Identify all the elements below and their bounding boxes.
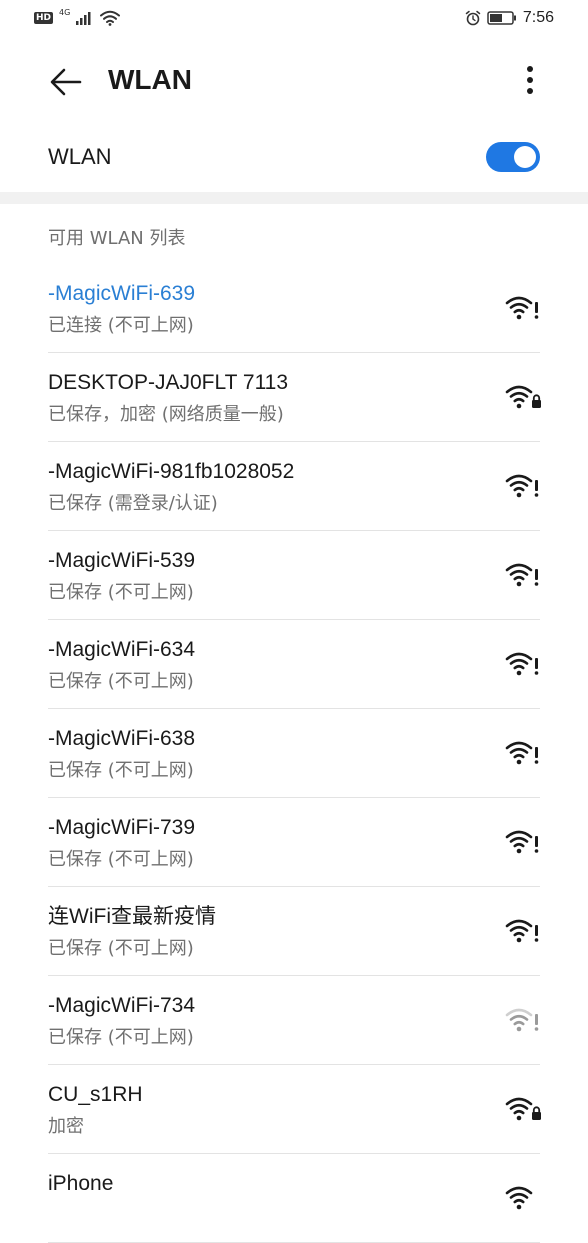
more-options-button[interactable] <box>510 58 550 102</box>
wifi-icon <box>505 1186 533 1210</box>
network-name: -MagicWiFi-739 <box>48 816 196 839</box>
alarm-clock-icon <box>465 10 481 26</box>
wifi-no-internet-icon <box>505 652 539 676</box>
wifi-no-internet-icon <box>505 563 539 587</box>
network-item[interactable]: iPhone <box>0 1154 588 1243</box>
hd-badge: HD <box>34 12 54 24</box>
network-type-label: 4G <box>59 8 71 17</box>
wlan-switch[interactable] <box>486 142 540 172</box>
network-item[interactable]: -MagicWiFi-981fb1028052 已保存 (需登录/认证) <box>0 442 588 531</box>
network-name: -MagicWiFi-639 <box>48 282 196 305</box>
wifi-lock-icon <box>505 385 541 409</box>
wlan-toggle-label: WLAN <box>48 144 112 169</box>
status-bar: HD 4G 7:56 <box>0 0 588 36</box>
switch-knob <box>514 146 536 168</box>
network-name: iPhone <box>48 1172 114 1195</box>
network-status: 已保存 (不可上网) <box>48 1027 194 1048</box>
section-divider <box>0 192 588 204</box>
network-status: 已保存 (不可上网) <box>48 760 194 781</box>
back-arrow-icon <box>50 68 82 96</box>
network-name: -MagicWiFi-634 <box>48 638 196 661</box>
network-item[interactable]: -MagicWiFi-638 已保存 (不可上网) <box>0 709 588 798</box>
network-item[interactable]: -MagicWiFi-734 已保存 (不可上网) <box>0 976 588 1065</box>
status-time: 7:56 <box>522 9 554 26</box>
network-name: -MagicWiFi-734 <box>48 994 196 1017</box>
network-name: CU_s1RH <box>48 1083 143 1106</box>
network-name: DESKTOP-JAJ0FLT 7113 <box>48 371 289 394</box>
network-item[interactable]: -MagicWiFi-634 已保存 (不可上网) <box>0 620 588 709</box>
battery-icon <box>487 11 516 25</box>
more-vert-icon <box>527 66 533 94</box>
status-left: HD 4G <box>34 8 121 26</box>
page-title: WLAN <box>108 64 192 95</box>
status-right: 7:56 <box>465 9 554 27</box>
network-status: 已保存 (不可上网) <box>48 849 194 870</box>
cellular-signal-icon <box>76 12 91 25</box>
back-button[interactable] <box>42 58 90 106</box>
network-name: -MagicWiFi-638 <box>48 727 196 750</box>
network-item[interactable]: -MagicWiFi-539 已保存 (不可上网) <box>0 531 588 620</box>
network-status: 已连接 (不可上网) <box>48 315 194 336</box>
network-status: 已保存 (不可上网) <box>48 582 194 603</box>
wlan-toggle-row[interactable]: WLAN <box>0 122 588 192</box>
network-item[interactable]: DESKTOP-JAJ0FLT 7113 已保存，加密 (网络质量一般) <box>0 353 588 442</box>
network-item[interactable]: 连WiFi查最新疫情 已保存 (不可上网) <box>0 887 588 976</box>
wifi-lock-icon <box>505 1097 541 1121</box>
network-status: 加密 <box>48 1116 84 1137</box>
network-status: 已保存，加密 (网络质量一般) <box>48 404 284 425</box>
network-item[interactable]: CU_s1RH 加密 <box>0 1065 588 1154</box>
network-item[interactable]: -MagicWiFi-739 已保存 (不可上网) <box>0 798 588 887</box>
wifi-no-internet-icon <box>505 741 539 765</box>
network-list: -MagicWiFi-639 已连接 (不可上网) DESKTOP-JAJ0FLT … <box>0 264 588 1243</box>
network-name: -MagicWiFi-981fb1028052 <box>48 460 295 483</box>
network-item[interactable]: -MagicWiFi-639 已连接 (不可上网) <box>0 264 588 353</box>
wifi-status-icon <box>100 10 121 26</box>
wifi-no-internet-icon <box>505 919 539 943</box>
wifi-weak-no-internet-icon <box>505 1008 539 1032</box>
network-status: 已保存 (需登录/认证) <box>48 493 218 514</box>
app-bar: WLAN <box>0 36 588 122</box>
wifi-no-internet-icon <box>505 474 539 498</box>
wifi-no-internet-icon <box>505 296 539 320</box>
wifi-no-internet-icon <box>505 830 539 854</box>
network-status: 已保存 (不可上网) <box>48 671 194 692</box>
available-networks-header: 可用 WLAN 列表 <box>48 228 186 249</box>
network-status: 已保存 (不可上网) <box>48 938 194 959</box>
network-name: 连WiFi查最新疫情 <box>48 905 216 928</box>
network-name: -MagicWiFi-539 <box>48 549 196 572</box>
